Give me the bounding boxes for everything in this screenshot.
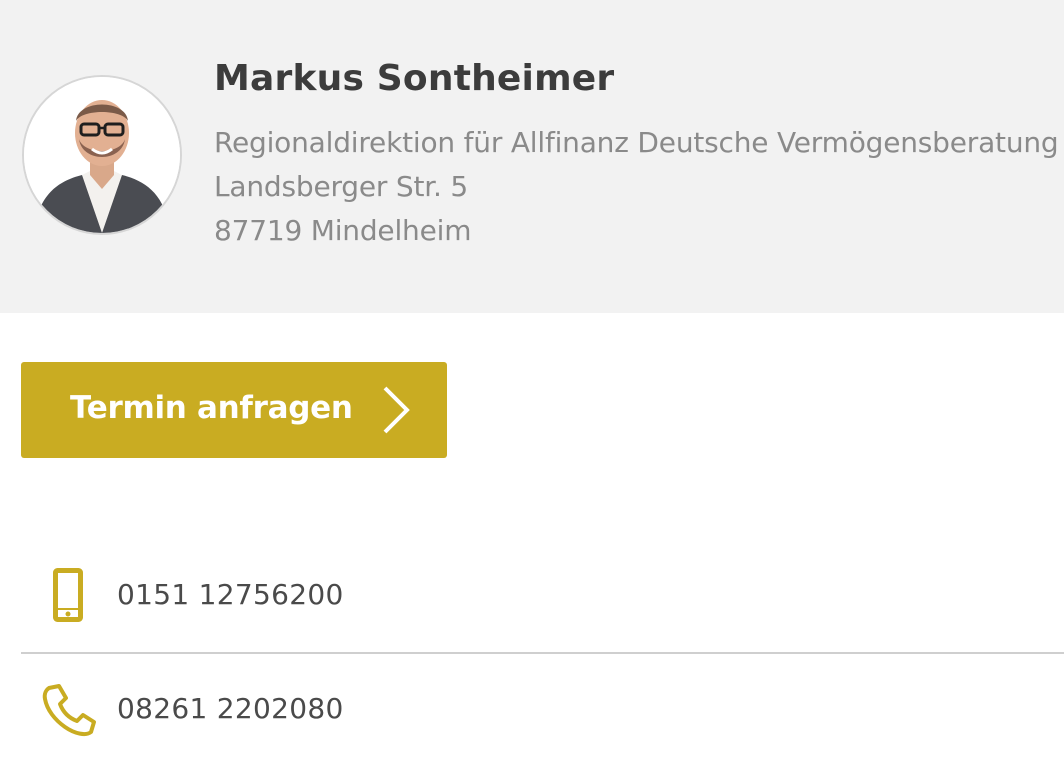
person-photo-icon (24, 77, 180, 233)
agent-office: Regionaldirektion für Allfinanz Deutsche… (214, 126, 1059, 159)
agent-name: Markus Sontheimer (214, 58, 615, 99)
contact-row-landline[interactable]: 08261 2202080 (21, 666, 1064, 756)
mobile-number[interactable]: 0151 12756200 (117, 578, 344, 611)
agent-city: 87719 Mindelheim (214, 214, 472, 247)
chevron-right-icon (377, 384, 413, 440)
landline-number[interactable]: 08261 2202080 (117, 692, 344, 725)
phone-handset-icon (41, 682, 97, 742)
agent-header: Markus Sontheimer Regionaldirektion für … (0, 0, 1064, 313)
request-appointment-label: Termin anfragen (70, 390, 353, 426)
request-appointment-button[interactable]: Termin anfragen (21, 362, 447, 458)
contact-row-mobile[interactable]: 0151 12756200 (21, 552, 1064, 654)
avatar (22, 75, 182, 235)
agent-street: Landsberger Str. 5 (214, 170, 469, 203)
mobile-phone-icon (53, 568, 83, 626)
